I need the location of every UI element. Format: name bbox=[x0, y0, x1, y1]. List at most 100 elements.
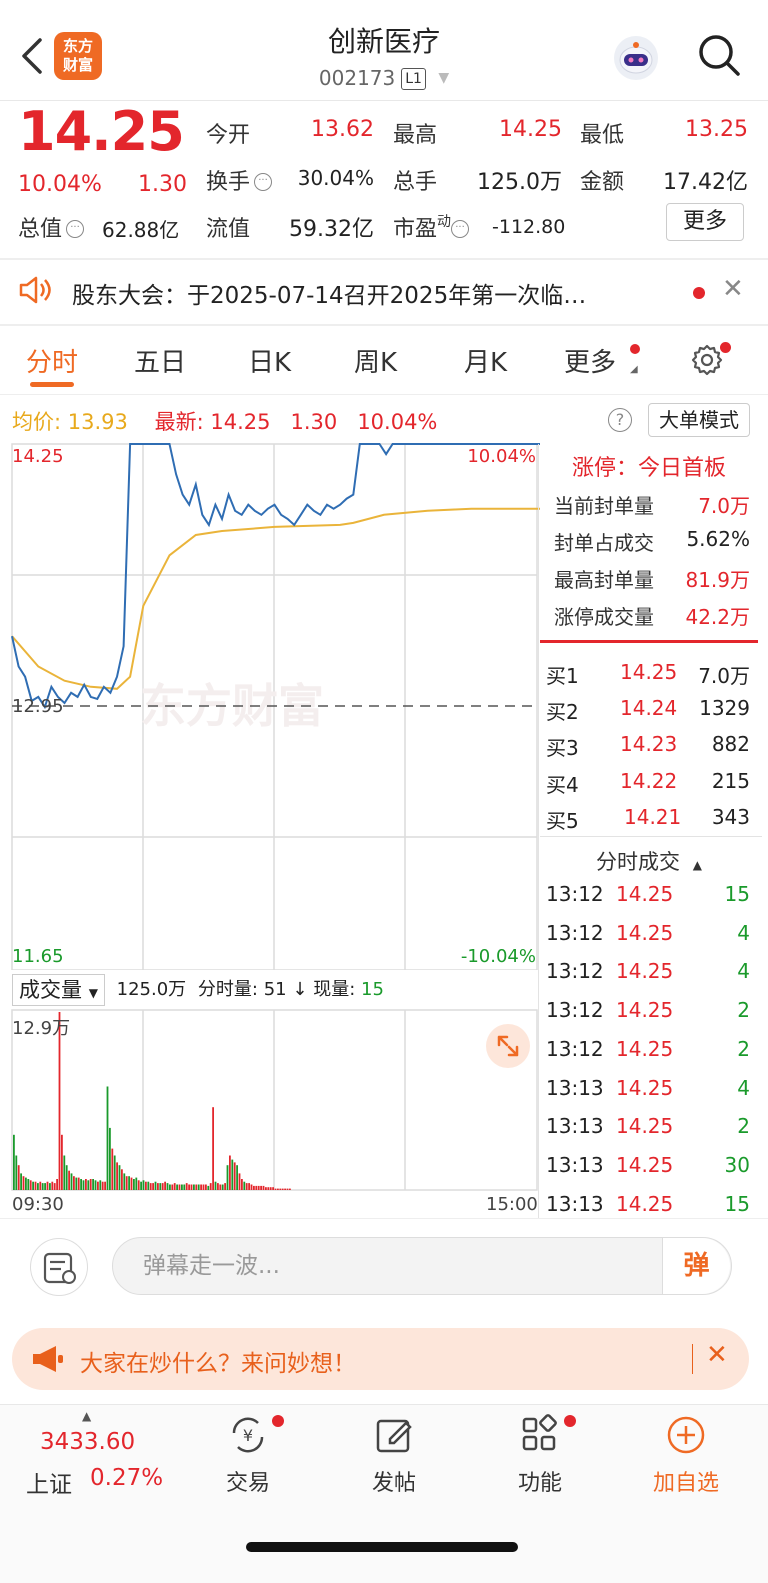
tick-row: 13:13 14.25 4 bbox=[546, 1076, 750, 1100]
tab-weekly-k[interactable]: 周K bbox=[354, 342, 397, 379]
volume-bar bbox=[269, 1187, 272, 1190]
bottom-nav: ▲ 3433.60 上证 0.27% ¥ 交易 发帖 功能 加自选 bbox=[0, 1404, 768, 1583]
pct-bottom-label: -10.04% bbox=[460, 946, 536, 967]
volume-bar bbox=[121, 1169, 123, 1190]
index-pct[interactable]: 0.27% bbox=[90, 1465, 163, 1491]
nav-trade[interactable]: ¥ 交易 bbox=[188, 1413, 308, 1497]
more-quote-button[interactable]: 更多 bbox=[666, 203, 744, 241]
danmu-input[interactable]: 弹幕走一波... bbox=[112, 1237, 732, 1295]
index-value[interactable]: 3433.60 bbox=[40, 1429, 135, 1455]
volume-bar bbox=[183, 1184, 186, 1190]
expand-chart-icon[interactable] bbox=[486, 1024, 530, 1068]
up-triangle-icon: ▲ bbox=[82, 1409, 92, 1423]
volume-chart[interactable] bbox=[0, 1008, 540, 1192]
index-name[interactable]: 上证 bbox=[26, 1465, 72, 1499]
volume-bar bbox=[190, 1184, 193, 1190]
volume-bar bbox=[212, 1107, 214, 1190]
nav-post[interactable]: 发帖 bbox=[334, 1413, 454, 1497]
volume-bar bbox=[149, 1183, 152, 1190]
volume-bar bbox=[32, 1181, 34, 1190]
header: 东方 财富 创新医疗 002173 L1 ▼ bbox=[0, 0, 768, 100]
volume-bar bbox=[257, 1185, 260, 1190]
volume-bar bbox=[152, 1183, 154, 1190]
volume-bar bbox=[118, 1165, 121, 1190]
volume-bar bbox=[207, 1185, 210, 1190]
volume-bar bbox=[104, 1181, 106, 1190]
change-amount: 1.30 bbox=[138, 172, 187, 197]
home-indicator bbox=[246, 1542, 518, 1552]
avg-price-line bbox=[11, 507, 540, 690]
volume-bar bbox=[185, 1183, 188, 1190]
trade-yen-icon: ¥ bbox=[232, 1417, 264, 1453]
intraday-chart[interactable]: 东方财富 bbox=[0, 440, 540, 970]
volume-bar bbox=[236, 1165, 238, 1190]
float-value: 59.32亿 bbox=[289, 217, 374, 242]
open-value: 13.62 bbox=[311, 117, 374, 142]
divider bbox=[0, 1218, 768, 1219]
volume-bar bbox=[262, 1185, 265, 1190]
ai-ask-banner[interactable]: 大家在炒什么？来问妙想！ ✕ bbox=[12, 1328, 749, 1390]
volume-bar bbox=[224, 1183, 226, 1190]
volume-bar bbox=[243, 1181, 246, 1190]
volume-bar bbox=[171, 1184, 174, 1190]
ticks-header[interactable]: 分时成交 ▲ bbox=[540, 846, 758, 876]
tick-row: 13:12 14.25 4 bbox=[546, 921, 750, 945]
float-label: 流值 bbox=[206, 217, 251, 242]
tab-more-dot bbox=[630, 344, 640, 354]
volume-bar bbox=[89, 1179, 92, 1190]
tick-row: 13:12 14.25 4 bbox=[546, 959, 750, 983]
low-label: 最低 bbox=[580, 123, 625, 148]
nav-add-watchlist[interactable]: 加自选 bbox=[626, 1413, 746, 1497]
current-volume-label: 现量: bbox=[313, 979, 356, 1000]
tab-more[interactable]: 更多 bbox=[564, 342, 616, 379]
help-icon[interactable]: ? bbox=[608, 408, 632, 432]
settings-dot bbox=[720, 342, 731, 353]
volume-bar bbox=[15, 1155, 18, 1190]
danmu-send-button[interactable]: 弹 bbox=[662, 1238, 730, 1294]
volume-indicator-select[interactable]: 成交量 ▼ bbox=[12, 974, 105, 1006]
tab-monthly-k[interactable]: 月K bbox=[464, 342, 507, 379]
nav-trade-label: 交易 bbox=[225, 1471, 270, 1496]
volume-bar bbox=[229, 1155, 231, 1190]
volume-bar bbox=[169, 1184, 171, 1190]
banner-text: 大家在炒什么？来问妙想！ bbox=[80, 1351, 356, 1377]
tab-daily-k[interactable]: 日K bbox=[248, 342, 291, 379]
current-price: 14.25 bbox=[18, 100, 185, 163]
limit-divider bbox=[540, 640, 758, 643]
tab-intraday[interactable]: 分时 bbox=[26, 342, 78, 379]
price-top-label: 14.25 bbox=[12, 446, 64, 467]
high-value: 14.25 bbox=[499, 117, 562, 142]
big-order-mode-button[interactable]: 大单模式 bbox=[648, 403, 750, 437]
volume-bar bbox=[70, 1173, 73, 1190]
volume-bar bbox=[13, 1134, 15, 1190]
volume-bar bbox=[116, 1162, 118, 1190]
pct-top-label: 10.04% bbox=[467, 446, 536, 467]
settings-gear-icon[interactable] bbox=[690, 343, 724, 377]
close-icon[interactable]: ✕ bbox=[722, 274, 744, 304]
latest-change: 1.30 bbox=[290, 410, 338, 434]
info-icon: ··· bbox=[66, 220, 85, 238]
volume-bar bbox=[272, 1187, 274, 1190]
volume-bar bbox=[157, 1183, 159, 1190]
volume-bar bbox=[281, 1188, 284, 1190]
collapse-triangle-icon: ▲ bbox=[692, 858, 702, 872]
volume-bar bbox=[113, 1155, 116, 1190]
volume-bar bbox=[188, 1184, 190, 1190]
volume-bar bbox=[99, 1180, 102, 1190]
current-volume-value: 15 bbox=[361, 979, 384, 1000]
search-icon[interactable] bbox=[696, 32, 742, 78]
notice-bar[interactable]: 股东大会：于2025-07-14召开2025年第一次临… ✕ bbox=[0, 258, 768, 324]
limit-volume-value: 42.2万 bbox=[685, 605, 750, 629]
danmu-settings-icon[interactable] bbox=[30, 1238, 88, 1296]
tab-active-indicator bbox=[30, 382, 74, 387]
divider bbox=[0, 324, 768, 326]
ai-assistant-robot-icon[interactable] bbox=[614, 36, 658, 80]
volume-bar bbox=[140, 1181, 142, 1190]
volume-bar bbox=[226, 1165, 229, 1190]
close-icon[interactable]: ✕ bbox=[706, 1340, 728, 1370]
volume-bar bbox=[123, 1173, 126, 1190]
nav-functions[interactable]: 功能 bbox=[480, 1413, 600, 1497]
volume-bar bbox=[109, 1127, 111, 1190]
volume-bar bbox=[279, 1188, 282, 1190]
tab-five-day[interactable]: 五日 bbox=[134, 342, 186, 379]
